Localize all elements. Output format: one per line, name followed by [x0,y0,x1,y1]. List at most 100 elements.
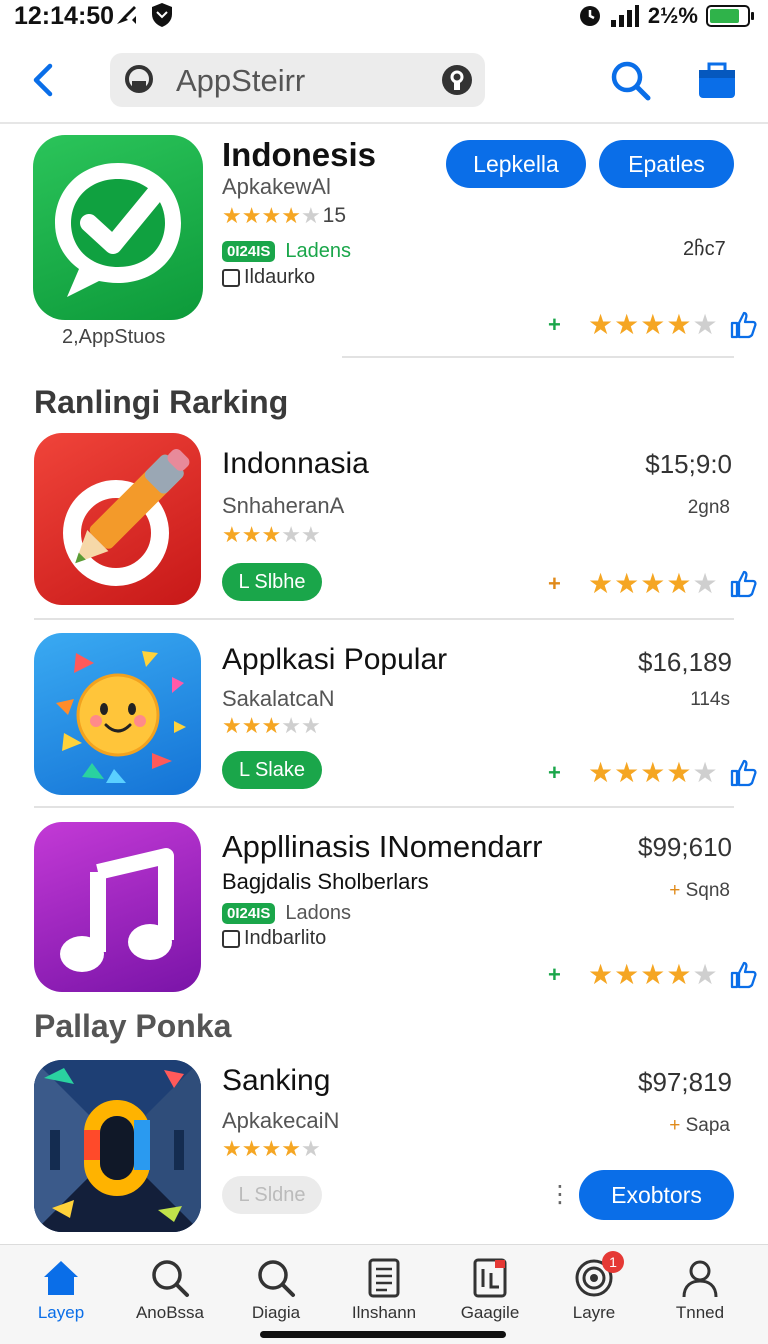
app-size-value: Sqn8 [685,880,730,901]
app-title[interactable]: Appllinasis INomendarr [222,829,542,865]
app-title[interactable]: Indonnasia [222,447,369,481]
featured-actions: + ★★★★★ [548,308,757,341]
app-icon-sun[interactable] [34,633,201,795]
search-query: AppSteirr [176,63,306,98]
tab-home[interactable]: Layep [11,1257,111,1323]
tab-label: Tnned [675,1303,725,1322]
music-note-icon [60,848,174,972]
divider [34,618,734,620]
app-store-icon [125,65,153,93]
app-actions: + ★★★★★ [548,756,757,789]
app-actions: + ★★★★★ [548,958,757,991]
featured-button-1[interactable]: Lepkella [446,140,586,188]
sun-face-icon [56,651,186,783]
explore-button[interactable]: Exobtors [579,1170,734,1220]
app-actions: + ★★★★★ [548,567,757,600]
featured-app-icon[interactable] [33,135,203,320]
game-tunnel-icon [34,1060,201,1232]
tab-updates[interactable]: 1 Layre [544,1251,644,1323]
tab-label: Layre [572,1303,616,1322]
download-icon: + [669,880,686,901]
battery-fill [710,9,739,23]
app-size-value: Sapa [685,1115,730,1136]
app-size: 2gn8 [687,497,730,518]
tab-games[interactable]: Gaagile [440,1257,540,1323]
star-filled-icon: ★ [666,309,693,340]
checkbox-icon[interactable] [222,929,240,948]
battery-percent: 2½% [647,3,698,28]
checkmark-chat-icon [55,163,181,297]
star-filled-icon: ★ [281,1136,301,1161]
home-icon [44,1261,78,1295]
app-star-rating: ★★★★★ [222,522,321,548]
featured-star-rating: ★★★★★ 15 [222,203,346,229]
app-icon-music[interactable] [34,822,201,992]
thumbs-up-icon[interactable] [729,311,757,339]
app-title[interactable]: Sanking [222,1064,330,1098]
star-filled-icon: ★ [241,713,262,738]
get-button[interactable]: L Slbhe [222,563,322,601]
tab-label: Layep [37,1303,85,1322]
star-filled-icon: ★ [588,309,615,340]
tab-search-2[interactable]: Diagia [226,1257,326,1323]
app-badge: 0I24IS [222,903,276,924]
notification-badge: 1 [602,1251,624,1273]
search-input[interactable]: AppSteirr [110,53,485,107]
app-subtitle: Bagjdalis Sholberlars [222,869,429,894]
star-filled-icon: ★ [241,522,262,547]
rocket-icon [117,6,136,24]
star-filled-icon: ★ [261,203,282,228]
app-star-rating: ★★★★★ [222,1136,321,1162]
download-icon: + [669,1115,686,1136]
star-filled-icon: ★ [588,568,615,599]
tab-search-1[interactable]: AnoBssa [120,1257,220,1323]
plus-icon[interactable]: + [548,760,588,786]
alarm-icon [579,6,600,26]
app-badge-label: Ladons [285,902,351,924]
star-empty-icon: ★ [300,713,321,738]
checkbox-icon[interactable] [222,268,240,287]
app-price: $97;819 [638,1067,732,1097]
star-empty-icon: ★ [692,757,719,788]
app-title[interactable]: Applkasi Popular [222,643,447,677]
star-filled-icon: ★ [261,1136,282,1161]
plus-icon[interactable]: + [548,312,588,338]
featured-button-2[interactable]: Epatles [599,140,734,188]
app-star-rating: ★★★★★ [222,713,321,739]
more-icon[interactable]: ⋮ [548,1180,572,1209]
app-icon-pencil[interactable] [34,433,201,605]
bag-icon[interactable] [696,58,738,100]
star-filled-icon: ★ [640,757,667,788]
app-size: + Sapa [669,1115,730,1137]
clear-icon[interactable] [441,64,473,96]
star-empty-icon: ★ [692,959,719,990]
star-filled-icon: ★ [241,1136,262,1161]
status-time: 12:14:50 [14,2,115,30]
action-star-icons[interactable]: ★★★★★ [588,958,719,991]
featured-check-label: Ildaurko [244,266,316,288]
action-star-icons[interactable]: ★★★★★ [588,756,719,789]
star-filled-icon: ★ [614,959,641,990]
header: AppSteirr [0,44,768,124]
get-button[interactable]: L Sldne [222,1176,322,1214]
back-button[interactable] [24,60,64,100]
tab-profile[interactable]: Tnned [650,1257,750,1323]
thumbs-up-icon[interactable] [729,570,757,598]
action-star-icons[interactable]: ★★★★★ [588,308,719,341]
app-price: $99;610 [638,832,732,862]
get-button[interactable]: L Slake [222,751,322,789]
featured-title[interactable]: Indonesis [222,136,376,174]
star-empty-icon: ★ [300,203,321,228]
document-icon [368,1258,400,1298]
search-icon[interactable] [608,58,652,102]
action-star-icons[interactable]: ★★★★★ [588,567,719,600]
thumbs-up-icon[interactable] [729,961,757,989]
tab-documents[interactable]: Ilnshann [334,1257,434,1323]
star-filled-icon: ★ [281,203,301,228]
plus-icon[interactable]: + [548,962,588,988]
app-icon-game[interactable] [34,1060,201,1232]
thumbs-up-icon[interactable] [729,759,757,787]
plus-icon[interactable]: + [548,571,588,597]
divider [34,806,734,808]
star-filled-icon: ★ [640,568,667,599]
